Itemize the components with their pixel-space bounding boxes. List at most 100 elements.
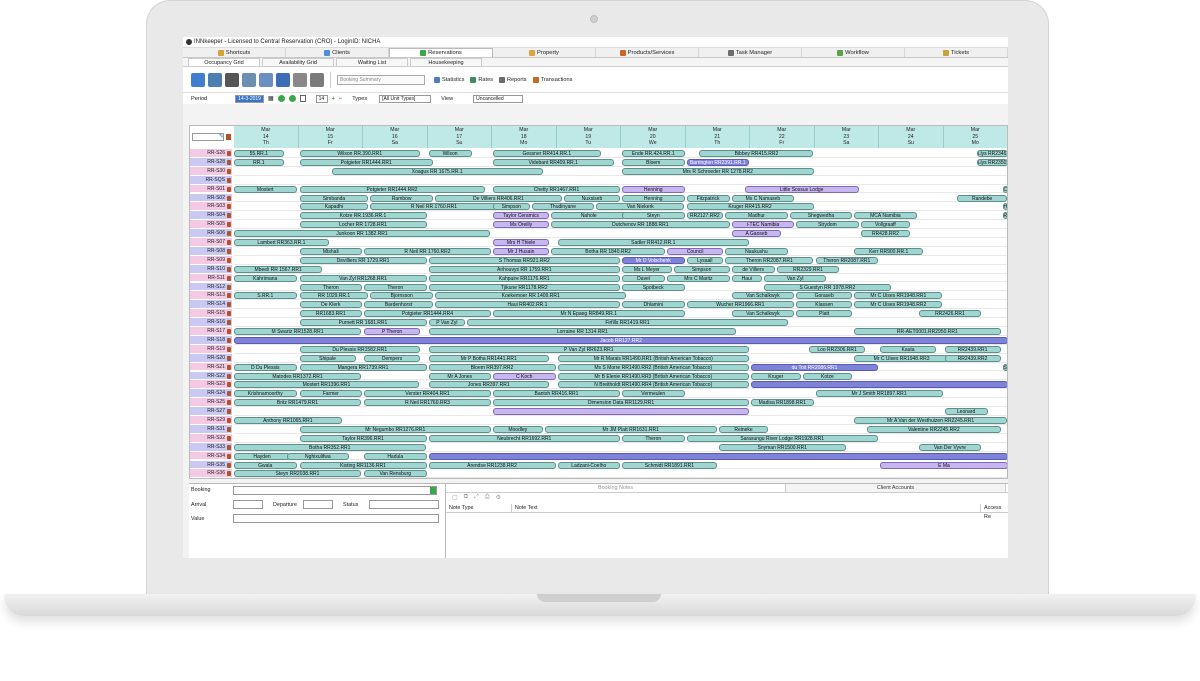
delete-icon[interactable] bbox=[226, 134, 231, 140]
days-input[interactable]: 14 bbox=[315, 94, 328, 103]
room-label[interactable]: RR-S23 bbox=[190, 380, 232, 390]
booking-bar[interactable]: Mostert bbox=[234, 185, 297, 193]
booking-bar[interactable]: E Ma bbox=[880, 461, 1007, 469]
value-input[interactable] bbox=[233, 514, 439, 523]
booking-bar[interactable]: Potgieter RR1444.RR2 bbox=[299, 185, 485, 193]
booking-bar[interactable]: Leonard bbox=[944, 408, 988, 416]
room-label[interactable]: RR-S18 bbox=[190, 335, 232, 345]
room-label[interactable]: RR-S26 bbox=[190, 149, 232, 158]
transactions-button[interactable]: Transactions bbox=[532, 76, 572, 83]
booking-bar[interactable]: Mr C Uises RR1948.RR3 bbox=[854, 354, 949, 362]
booking-bar[interactable]: Dhlamini bbox=[622, 301, 685, 309]
booking-bar[interactable]: Van Schalkwyk bbox=[731, 292, 795, 300]
booking-bar[interactable]: Taylor Ceramics bbox=[493, 212, 550, 220]
booking-bar[interactable]: M Swartz RR1528.RR1 bbox=[234, 328, 361, 335]
booking-bar[interactable]: RR2426.RR1 bbox=[918, 310, 982, 318]
search-icon[interactable] bbox=[191, 72, 205, 87]
booking-bar[interactable]: RR2439.RR1 bbox=[944, 345, 1001, 353]
booking-bar[interactable]: Chetty RR1467.RR1 bbox=[493, 185, 620, 193]
room-label[interactable]: RR-S36 bbox=[190, 469, 232, 478]
booking-bar[interactable]: Wilson RR.390.RR1 bbox=[299, 150, 421, 157]
booking-bar[interactable]: Mr C Uises RR1948.RR2 bbox=[854, 301, 943, 309]
pencil-icon[interactable] bbox=[293, 72, 307, 87]
day-header[interactable]: Mar 24 Su bbox=[879, 126, 944, 148]
day-header[interactable]: Mar 22 Fr bbox=[750, 126, 815, 148]
booking-bar[interactable]: Sarasungu River Lodge RR1928.RR1 bbox=[686, 434, 878, 442]
booking-bar[interactable]: Bjornsson bbox=[370, 292, 433, 300]
tab-tickets[interactable]: Tickets bbox=[905, 48, 1008, 57]
booking-bar[interactable]: Mrs C Maritz bbox=[667, 274, 730, 282]
booking-bar[interactable]: Mr JM Platt RR1631.RR1 bbox=[544, 425, 717, 433]
booking-bar[interactable]: Steyn RR2038.RR1 bbox=[234, 470, 361, 478]
booking-bar[interactable]: Haui RR402.RR.1 bbox=[434, 301, 620, 309]
booking-bar[interactable]: Jones RR397.RR1 bbox=[428, 381, 550, 389]
booking-bar[interactable]: Du Plessis RR1582.RR1 bbox=[299, 345, 421, 353]
booking-bar[interactable]: 55.RR.1 bbox=[234, 150, 284, 157]
room-label[interactable]: RR-S11 bbox=[190, 273, 232, 283]
booking-bar[interactable]: Kapadhi bbox=[299, 203, 369, 211]
booking-bar[interactable]: Lambert RR363.RR.1 bbox=[234, 239, 329, 246]
booking-bar[interactable]: Snyman RR1500.RR1 bbox=[718, 443, 846, 451]
booking-bar[interactable]: Loo RR2306.RR1 bbox=[809, 345, 866, 353]
room-label[interactable]: RR-S12 bbox=[190, 282, 232, 292]
room-label[interactable]: RR-S01 bbox=[190, 184, 232, 194]
booking-bar[interactable]: Kerr RR900.RR.1 bbox=[854, 247, 924, 255]
booking-bar[interactable]: Davel bbox=[622, 274, 666, 282]
brush-icon[interactable] bbox=[276, 72, 290, 87]
booking-bar[interactable]: Kruger bbox=[751, 372, 801, 380]
booking-bar[interactable]: Vollgraaff bbox=[860, 221, 911, 229]
col-note-text[interactable]: Note Text bbox=[512, 504, 982, 512]
booking-bar[interactable]: Ende RR.424.RR.1 bbox=[622, 150, 685, 157]
booking-bar[interactable]: RR428.RR2 bbox=[860, 230, 911, 238]
previous-period-icon[interactable] bbox=[277, 95, 285, 102]
booking-bar[interactable]: Xoagus RR 1675.RR.1 bbox=[331, 167, 543, 175]
booking-bar[interactable]: Kruger RR415.RR2 bbox=[686, 203, 814, 211]
booking-bar[interactable]: De Klerk bbox=[299, 301, 362, 309]
room-label[interactable]: RR-S09 bbox=[190, 255, 232, 265]
tab-workflow[interactable]: Workflow bbox=[802, 48, 905, 57]
room-label[interactable]: RR-S07 bbox=[190, 238, 232, 247]
edit-icon[interactable]: ✎ bbox=[219, 133, 224, 140]
booking-bar[interactable]: Shipale bbox=[299, 354, 356, 362]
booking-bar[interactable]: Thudinyane bbox=[531, 203, 595, 211]
booking-bar[interactable]: Barrington RR2391.RR.1 bbox=[686, 158, 749, 166]
booking-bar[interactable]: Dutchenov RR 1888.RR1 bbox=[551, 221, 730, 229]
minus-icon[interactable]: − bbox=[339, 96, 342, 102]
booking-bar[interactable]: Mr Negumbo RR1276.RR1 bbox=[299, 425, 491, 433]
booking-bar[interactable]: RR2127.RR2 bbox=[686, 212, 724, 220]
view-select[interactable]: Uncancelled bbox=[473, 94, 524, 103]
booking-bar[interactable]: A Gaoseb bbox=[731, 230, 782, 238]
day-header[interactable]: Mar 15 Fr bbox=[298, 126, 363, 148]
booking-bar[interactable]: R Neil RR1760.RR3 bbox=[364, 399, 491, 407]
booking-bar[interactable] bbox=[493, 408, 749, 416]
booking-bar[interactable]: Klassen bbox=[796, 301, 853, 309]
room-label[interactable]: RR-S34 bbox=[190, 451, 232, 461]
qr-icon[interactable] bbox=[225, 72, 239, 87]
room-label[interactable]: RR-S06 bbox=[190, 229, 232, 238]
home-icon[interactable] bbox=[310, 72, 324, 87]
new-note-icon[interactable]: ▢ bbox=[452, 494, 458, 501]
booking-bar[interactable]: C Koch bbox=[493, 372, 556, 380]
booking-bar[interactable] bbox=[751, 381, 1007, 389]
booking-summary-input[interactable]: Booking Summary bbox=[337, 74, 425, 85]
booking-bar[interactable]: Hadula bbox=[364, 452, 427, 460]
booking-bar[interactable]: Van Zyl RR1268.RR1 bbox=[299, 274, 427, 282]
room-label[interactable]: RR-S02 bbox=[190, 193, 232, 203]
subtab-waiting-list[interactable]: Waiting List bbox=[336, 58, 408, 66]
booking-bar[interactable]: Goraseb bbox=[796, 292, 853, 300]
day-header[interactable]: Mar 20 We bbox=[621, 126, 686, 148]
room-label[interactable]: RR-S14 bbox=[190, 300, 232, 310]
booking-bar[interactable]: Moodley bbox=[493, 425, 543, 433]
booking-bar[interactable]: Mangera RR1739.RR1 bbox=[299, 363, 427, 371]
booking-bar[interactable]: R Neil RR 1760.RR2 bbox=[364, 247, 491, 255]
day-header[interactable]: Mar 21 Th bbox=[685, 126, 750, 148]
booking-bar[interactable]: Lorraine RR 1314.RR1 bbox=[428, 328, 737, 335]
booking-bar[interactable]: Theron RR2087.RR1 bbox=[725, 256, 814, 264]
day-header[interactable]: Mar 18 Mo bbox=[492, 126, 557, 148]
booking-bar[interactable]: Henning bbox=[622, 185, 685, 193]
booking-bar[interactable]: Naukushu bbox=[725, 247, 788, 255]
booking-bar[interactable]: Tjikune RR1178.RR2 bbox=[428, 283, 620, 291]
tab-property[interactable]: Property bbox=[493, 48, 596, 57]
room-label[interactable]: RR-S35 bbox=[190, 460, 232, 470]
tab-clients[interactable]: Clients bbox=[286, 48, 389, 57]
